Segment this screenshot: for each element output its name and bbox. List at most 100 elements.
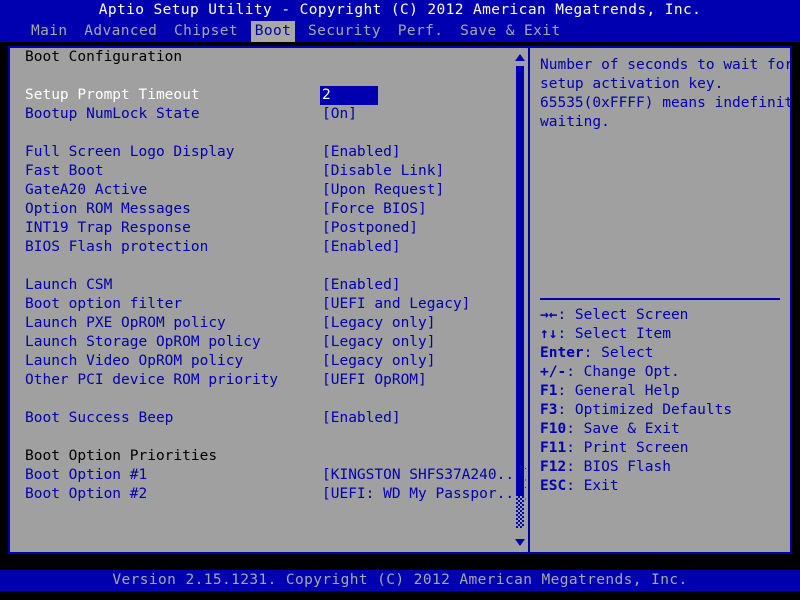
scrollbar-thumb[interactable]: [516, 66, 524, 496]
setting-row-fast-boot[interactable]: Fast Boot [Disable Link]: [10, 162, 526, 181]
setting-row-other-pci-device-rom-priority[interactable]: Other PCI device ROM priority [UEFI OpROM…: [10, 371, 526, 390]
setting-row-bootup-numlock-state[interactable]: Bootup NumLock State [On]: [10, 105, 526, 124]
setting-row-bios-flash-protection[interactable]: BIOS Flash protection [Enabled]: [10, 238, 526, 257]
setting-row-boot-success-beep[interactable]: Boot Success Beep [Enabled]: [10, 409, 526, 428]
setting-label: Boot Configuration: [25, 49, 183, 65]
setting-value[interactable]: [Legacy only]: [322, 333, 436, 352]
legend-key: F3: [540, 402, 558, 418]
legend-action: : BIOS Flash: [566, 459, 671, 475]
legend-line: F11: Print Screen: [540, 439, 790, 458]
menu-bar[interactable]: Main Advanced Chipset Boot Security Perf…: [0, 21, 800, 42]
scroll-up-arrow-icon[interactable]: [515, 54, 525, 61]
bios-setup-screen: Aptio Setup Utility - Copyright (C) 2012…: [0, 0, 800, 600]
legend-line: F3: Optimized Defaults: [540, 401, 790, 420]
setting-value[interactable]: [Enabled]: [322, 238, 401, 257]
row-spacer: [10, 124, 526, 143]
setting-label: Fast Boot: [25, 163, 104, 179]
setting-label: INT19 Trap Response: [25, 220, 191, 236]
legend-key: ESC: [540, 478, 567, 494]
help-line: setup activation key.: [540, 76, 724, 92]
setting-row-boot-option-filter[interactable]: Boot option filter [UEFI and Legacy]: [10, 295, 526, 314]
legend-line: +/-: Change Opt.: [540, 363, 790, 382]
help-line: waiting.: [540, 114, 610, 130]
setting-label: GateA20 Active: [25, 182, 148, 198]
legend-line: F12: BIOS Flash: [540, 458, 790, 477]
setting-value[interactable]: [Enabled]: [322, 409, 401, 428]
legend-key: F12: [540, 459, 567, 475]
setting-value[interactable]: [Legacy only]: [322, 314, 436, 333]
tab-advanced[interactable]: Advanced: [80, 21, 161, 42]
setting-value[interactable]: [Enabled]: [322, 143, 401, 162]
setting-row-boot-option-1[interactable]: Boot Option #1 [KINGSTON SHFS37A240...]: [10, 466, 526, 485]
setting-value[interactable]: [Postponed]: [322, 219, 418, 238]
help-pane: Number of seconds to wait for setup activ…: [530, 48, 790, 552]
legend-action: : General Help: [557, 383, 680, 399]
settings-list[interactable]: Boot Configuration Setup Prompt Timeout 2 B…: [10, 48, 526, 552]
setting-label: Other PCI device ROM priority: [25, 372, 279, 388]
setting-label: BIOS Flash protection: [25, 239, 209, 255]
setting-row-launch-pxe-oprom-policy[interactable]: Launch PXE OpROM policy [Legacy only]: [10, 314, 526, 333]
setting-row-full-screen-logo-display[interactable]: Full Screen Logo Display [Enabled]: [10, 143, 526, 162]
title-bar: Aptio Setup Utility - Copyright (C) 2012…: [0, 0, 800, 21]
legend-key: ↑↓: [540, 326, 558, 342]
tab-perf[interactable]: Perf.: [394, 21, 448, 42]
setting-label: Option ROM Messages: [25, 201, 191, 217]
legend-line: Enter: Select: [540, 344, 790, 363]
setting-label: Full Screen Logo Display: [25, 144, 235, 160]
setting-row-option-rom-messages[interactable]: Option ROM Messages [Force BIOS]: [10, 200, 526, 219]
legend-key: →←: [540, 307, 558, 323]
legend-key: F10: [540, 421, 567, 437]
content-frame: Boot Configuration Setup Prompt Timeout 2 B…: [8, 46, 792, 554]
legend-action: : Optimized Defaults: [557, 402, 733, 418]
tab-chipset[interactable]: Chipset: [170, 21, 242, 42]
legend-action: : Save & Exit: [566, 421, 680, 437]
legend-line: ESC: Exit: [540, 477, 790, 496]
legend-action: : Change Opt.: [566, 364, 680, 380]
setting-value[interactable]: [UEFI OpROM]: [322, 371, 427, 390]
setting-value[interactable]: 2: [320, 86, 378, 105]
setting-row-launch-csm[interactable]: Launch CSM [Enabled]: [10, 276, 526, 295]
setting-label: Bootup NumLock State: [25, 106, 200, 122]
help-line: Number of seconds to wait for: [540, 57, 790, 73]
setting-value[interactable]: [Disable Link]: [322, 162, 444, 181]
setting-value[interactable]: [Force BIOS]: [322, 200, 427, 219]
setting-label: Boot Success Beep: [25, 410, 174, 426]
legend-action: : Select Screen: [557, 307, 689, 323]
legend-line: F1: General Help: [540, 382, 790, 401]
legend-key: F1: [540, 383, 558, 399]
settings-scrollbar[interactable]: [514, 50, 526, 550]
setting-label: Launch Video OpROM policy: [25, 353, 244, 369]
setting-row-setup-prompt-timeout[interactable]: Setup Prompt Timeout 2: [10, 86, 526, 105]
setting-value[interactable]: [On]: [322, 105, 357, 124]
setting-value[interactable]: [Enabled]: [322, 276, 401, 295]
scroll-down-arrow-icon[interactable]: [515, 539, 525, 546]
setting-label: Boot option filter: [25, 296, 183, 312]
setting-value[interactable]: [Upon Request]: [322, 181, 444, 200]
legend-action: : Exit: [566, 478, 619, 494]
row-spacer: [10, 428, 526, 447]
footer-bar: Version 2.15.1231. Copyright (C) 2012 Am…: [0, 570, 800, 591]
setting-value[interactable]: [KINGSTON SHFS37A240...]: [322, 466, 526, 485]
setting-row-gatea20-active[interactable]: GateA20 Active [Upon Request]: [10, 181, 526, 200]
setting-value[interactable]: [UEFI: WD My Passpor...]: [322, 485, 526, 504]
setting-row-launch-storage-oprom-policy[interactable]: Launch Storage OpROM policy [Legacy only]: [10, 333, 526, 352]
setting-label: Launch CSM: [25, 277, 113, 293]
setting-label: Launch Storage OpROM policy: [25, 334, 261, 350]
tab-security[interactable]: Security: [304, 21, 385, 42]
legend-line: F10: Save & Exit: [540, 420, 790, 439]
section-header-boot-option-priorities: Boot Option Priorities: [10, 447, 526, 466]
tab-main[interactable]: Main: [27, 21, 72, 42]
setting-row-launch-video-oprom-policy[interactable]: Launch Video OpROM policy [Legacy only]: [10, 352, 526, 371]
row-spacer: [10, 257, 526, 276]
setting-value[interactable]: [Legacy only]: [322, 352, 436, 371]
setting-row-int19-trap-response[interactable]: INT19 Trap Response [Postponed]: [10, 219, 526, 238]
setting-label: Boot Option #1: [25, 467, 148, 483]
setting-value[interactable]: [UEFI and Legacy]: [322, 295, 470, 314]
tab-boot[interactable]: Boot: [250, 21, 296, 42]
scrollbar-dither: [516, 496, 524, 528]
scrollbar-track[interactable]: [516, 66, 524, 534]
tab-save-exit[interactable]: Save & Exit: [456, 21, 564, 42]
legend-action: : Select Item: [557, 326, 671, 342]
legend-action: : Print Screen: [566, 440, 689, 456]
setting-row-boot-option-2[interactable]: Boot Option #2 [UEFI: WD My Passpor...]: [10, 485, 526, 504]
